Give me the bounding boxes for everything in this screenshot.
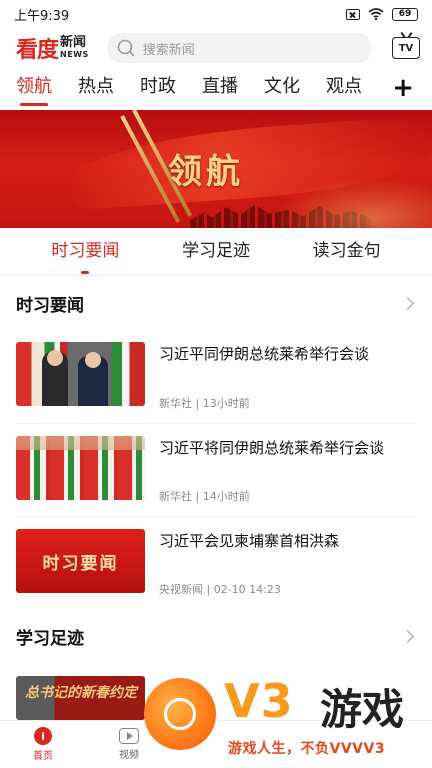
nav-home[interactable]: i 首页: [0, 721, 86, 768]
news-time: 02-10 14:23: [213, 583, 281, 596]
news-title: 习近平会见柬埔寨首相洪森: [159, 532, 340, 550]
news-title: 习近平将同伊朗总统莱希举行会谈: [159, 439, 385, 457]
news-time: 13小时前: [202, 397, 250, 410]
news-item[interactable]: 时习要闻 习近平会见柬埔寨首相洪森 央视新闻 | 02-10 14:23: [16, 516, 416, 609]
news-body: 习近平同伊朗总统莱希举行会谈 新华社 | 13小时前: [159, 342, 416, 411]
tab-shizheng[interactable]: 时政: [140, 68, 176, 108]
subtab-quotes[interactable]: 读习金句: [313, 228, 381, 276]
wifi-icon: [368, 8, 384, 20]
status-time: 上午9:39: [14, 8, 70, 24]
watermark: V3 游戏 游戏人生，不负VVVV3: [144, 674, 426, 760]
subtab-footprints[interactable]: 学习足迹: [182, 228, 250, 276]
channel-tabs: 领航 热点 时政 直播 文化 观点 +: [0, 68, 432, 108]
add-channel-button[interactable]: +: [392, 74, 414, 102]
tab-lingHang[interactable]: 领航: [16, 68, 52, 108]
section-header[interactable]: 时习要闻: [0, 276, 432, 330]
thumb-text: 总书记的新春约定: [25, 685, 137, 701]
subtab-news[interactable]: 时习要闻: [51, 228, 119, 276]
watermark-logo-icon: [144, 678, 216, 750]
news-thumbnail: [16, 436, 145, 500]
nav-label: 首页: [33, 751, 53, 762]
watermark-brand: V3: [224, 674, 294, 728]
banner-title: 领航: [168, 152, 244, 192]
home-icon: i: [34, 727, 52, 745]
news-item[interactable]: 习近平同伊朗总统莱希举行会谈 新华社 | 13小时前: [0, 330, 432, 423]
news-meta: 央视新闻 | 02-10 14:23: [159, 583, 281, 596]
news-thumbnail: [16, 342, 145, 406]
watermark-game: 游戏: [320, 685, 405, 734]
search-input[interactable]: 搜索新闻: [106, 33, 372, 63]
tab-wenhua[interactable]: 文化: [264, 68, 300, 108]
video-icon: [119, 728, 139, 744]
section-title: 学习足迹: [16, 628, 84, 649]
app-header: 看度 新闻 NEWS 搜索新闻 TV: [0, 28, 432, 68]
logo-cn: 新闻: [60, 35, 87, 50]
channel-banner[interactable]: 领航: [0, 110, 432, 228]
chevron-right-icon: [401, 629, 414, 643]
section-title: 时习要闻: [16, 295, 84, 316]
news-title: 习近平同伊朗总统莱希举行会谈: [159, 345, 370, 363]
logo-sub: 新闻 NEWS: [60, 36, 89, 60]
tab-zhibo[interactable]: 直播: [202, 68, 238, 108]
news-source: 央视新闻: [159, 583, 203, 596]
logo-main: 看度: [16, 37, 59, 63]
thumb-figure: [85, 352, 101, 368]
chevron-right-icon: [401, 296, 414, 310]
news-item[interactable]: 习近平将同伊朗总统莱希举行会谈 新华社 | 14小时前: [16, 423, 416, 516]
news-body: 习近平会见柬埔寨首相洪森 央视新闻 | 02-10 14:23: [159, 529, 416, 597]
thumb-figure: [47, 350, 63, 366]
app-logo[interactable]: 看度 新闻 NEWS: [16, 32, 89, 64]
notification-close-icon: [346, 8, 360, 20]
status-bar: 上午9:39 69: [0, 0, 432, 28]
news-source: 新华社: [159, 490, 192, 503]
watermark-slogan: 游戏人生，不负VVVV3: [228, 741, 386, 757]
logo-en: NEWS: [60, 50, 89, 59]
news-time: 14小时前: [202, 490, 250, 503]
status-icons: 69: [346, 7, 418, 21]
footprint-thumbnail[interactable]: 总书记的新春约定: [16, 676, 145, 720]
banner-glow: [272, 178, 432, 228]
tab-redian[interactable]: 热点: [78, 68, 114, 108]
tv-button[interactable]: TV: [392, 37, 420, 59]
news-meta: 新华社 | 13小时前: [159, 397, 250, 410]
search-placeholder: 搜索新闻: [142, 42, 195, 58]
sub-tabs: 时习要闻 学习足迹 读习金句: [0, 228, 432, 276]
news-meta: 新华社 | 14小时前: [159, 490, 250, 503]
tab-guandian[interactable]: 观点: [326, 68, 362, 108]
section-header[interactable]: 学习足迹: [0, 609, 432, 663]
battery-icon: 69: [392, 7, 418, 21]
thumb-text: 时习要闻: [42, 553, 119, 574]
news-body: 习近平将同伊朗总统莱希举行会谈 新华社 | 14小时前: [159, 436, 416, 504]
search-icon: [117, 39, 135, 57]
news-thumbnail: 时习要闻: [16, 529, 145, 593]
nav-label: 视频: [119, 750, 139, 761]
news-source: 新华社: [159, 397, 192, 410]
